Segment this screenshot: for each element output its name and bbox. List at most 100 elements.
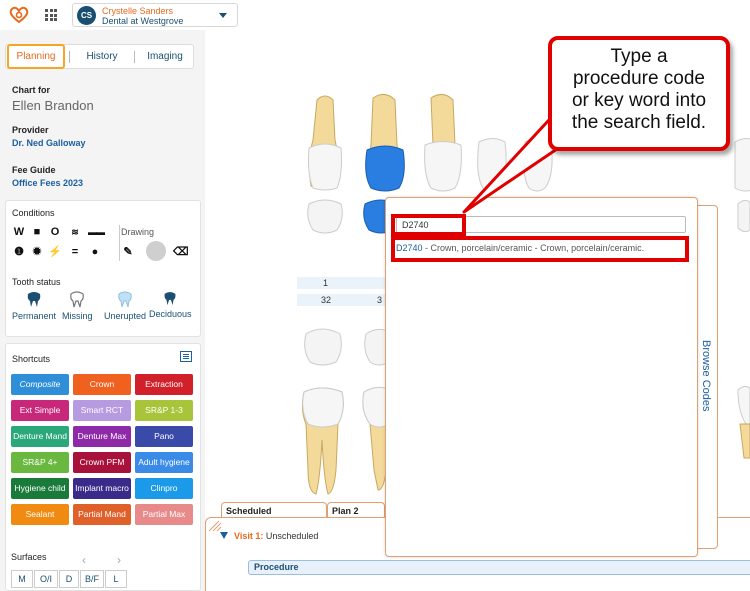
equals-icon[interactable]: =: [68, 245, 82, 259]
tooth-3[interactable]: [424, 94, 462, 192]
chevron-down-icon[interactable]: [219, 13, 227, 18]
provider-label: Provider: [12, 125, 49, 135]
shortcut-button[interactable]: Composite: [11, 374, 69, 395]
shortcut-button[interactable]: Ext Simple: [11, 400, 69, 421]
top-bar: CS Crystelle Sanders Dental at Westgrove: [0, 0, 750, 30]
shortcut-button[interactable]: Crown PFM: [73, 452, 131, 473]
shortcut-button[interactable]: Denture Mand: [11, 426, 69, 447]
deciduous-tooth-icon: [164, 291, 176, 306]
fee-guide-value[interactable]: Office Fees 2023: [12, 178, 83, 188]
tooth-status-title: Tooth status: [12, 277, 61, 287]
pencil-icon[interactable]: ✎: [121, 245, 135, 259]
surface-l-button[interactable]: L: [105, 570, 127, 588]
user-switcher[interactable]: CS Crystelle Sanders Dental at Westgrove: [72, 3, 238, 27]
tooth-5[interactable]: [523, 138, 553, 192]
app-logo-icon[interactable]: [8, 6, 30, 24]
shortcut-button[interactable]: SR&P 4+: [11, 452, 69, 473]
conditions-panel: Conditions W ■ O ≋ ▬▬ ❶ ✹ ⚡ = ● Drawing …: [5, 200, 201, 337]
ring-icon[interactable]: O: [48, 225, 62, 239]
tooth-4[interactable]: [477, 138, 507, 192]
shortcut-button[interactable]: Partial Mand: [73, 504, 131, 525]
eraser-icon[interactable]: ⌫: [173, 245, 189, 259]
fracture-icon[interactable]: ❶: [12, 245, 26, 259]
shortcut-button[interactable]: Denture Max: [73, 426, 131, 447]
shortcut-button[interactable]: Implant macro: [73, 478, 131, 499]
tooth-number-lower: 32: [321, 295, 332, 305]
zigzag-icon[interactable]: ≋: [68, 225, 82, 239]
tooth-status-missing[interactable]: Missing: [62, 291, 93, 321]
lower-teeth-right[interactable]: [736, 320, 750, 460]
user-name: Crystelle Sanders: [102, 6, 174, 16]
app-grid-icon[interactable]: [45, 9, 57, 21]
tab-divider: [134, 51, 135, 63]
tab-planning[interactable]: Planning: [7, 44, 65, 69]
result-highlight-box: [391, 236, 689, 262]
resize-grip-icon[interactable]: [208, 520, 222, 532]
browse-codes-tab[interactable]: Browse Codes: [698, 340, 712, 420]
tab-history[interactable]: History: [72, 45, 132, 68]
provider-name[interactable]: Dr. Ned Galloway: [12, 138, 86, 148]
tooth-status-permanent[interactable]: Permanent: [12, 291, 56, 321]
procedure-header: Procedure: [248, 560, 750, 575]
tooth-status-unerupted[interactable]: Unerupted: [104, 291, 146, 321]
shortcuts-title: Shortcuts: [12, 354, 51, 364]
unerupted-tooth-icon: [118, 291, 132, 308]
shortcut-button[interactable]: Pano: [135, 426, 193, 447]
shortcut-button[interactable]: Partial Max: [135, 504, 193, 525]
search-highlight-box: [391, 214, 466, 236]
callout-line: procedure code: [572, 68, 706, 89]
tooth-status-deciduous[interactable]: Deciduous: [149, 291, 192, 319]
crown-icon[interactable]: ■: [30, 225, 44, 239]
surface-m-button[interactable]: M: [11, 570, 33, 588]
shortcut-button[interactable]: Adult hygiene: [135, 452, 193, 473]
instruction-callout: Type a procedure code or key word into t…: [548, 36, 730, 151]
shortcut-button[interactable]: Sealant: [11, 504, 69, 525]
sidebar: Planning History Imaging Chart for Ellen…: [0, 30, 205, 591]
upper-occlusal-right[interactable]: [736, 196, 750, 236]
shortcut-button[interactable]: Extraction: [135, 374, 193, 395]
callout-line: Type a: [610, 46, 668, 67]
list-icon[interactable]: [180, 351, 192, 362]
surface-d-button[interactable]: D: [59, 570, 79, 588]
tooth-status-label: Unerupted: [104, 311, 147, 321]
surfaces-title: Surfaces: [11, 552, 47, 562]
visit-label[interactable]: Visit 1: Unscheduled: [234, 531, 318, 541]
shortcut-button[interactable]: Crown: [73, 374, 131, 395]
chart-for-label: Chart for: [12, 85, 50, 95]
chevron-down-icon[interactable]: [220, 532, 228, 539]
surface-oi-button[interactable]: O/I: [34, 570, 58, 588]
dot-icon[interactable]: ●: [88, 245, 102, 259]
visit-number: Visit 1:: [234, 531, 264, 541]
chevron-left-icon[interactable]: ‹: [82, 553, 86, 567]
shortcut-button[interactable]: SR&P 1-3: [135, 400, 193, 421]
dash-line-icon[interactable]: ▬▬: [88, 225, 105, 239]
tooth-6[interactable]: [734, 138, 750, 192]
decay-icon[interactable]: ✹: [30, 245, 44, 259]
shortcut-button[interactable]: Clinpro: [135, 478, 193, 499]
lightning-icon[interactable]: ⚡: [48, 245, 62, 259]
tooth-status-label: Deciduous: [149, 309, 192, 319]
view-tabs: Planning History Imaging: [5, 44, 194, 69]
shortcut-button[interactable]: Smart RCT: [73, 400, 131, 421]
tooth-status-label: Permanent: [12, 311, 57, 321]
wear-icon[interactable]: W: [12, 225, 26, 239]
shortcut-button[interactable]: Hygiene child: [11, 478, 69, 499]
lower-teeth-chart[interactable]: [300, 320, 390, 500]
tab-imaging[interactable]: Imaging: [136, 45, 194, 68]
callout-line: the search field.: [571, 112, 707, 133]
callout-line: or key word into: [571, 90, 707, 111]
tooth-number-lower-partial: 3: [377, 295, 383, 305]
tooth-status-label: Missing: [62, 311, 93, 321]
patient-name: Ellen Brandon: [12, 98, 94, 113]
divider: [119, 225, 120, 261]
drawing-label: Drawing: [121, 227, 155, 237]
tooth-number-row-lower: 32 3: [297, 294, 385, 306]
tooth-1[interactable]: [308, 95, 342, 191]
chevron-right-icon[interactable]: ›: [117, 553, 121, 567]
tab-divider: [69, 51, 70, 63]
missing-tooth-icon: [70, 291, 85, 308]
surface-bf-button[interactable]: B/F: [80, 570, 104, 588]
tooth-2[interactable]: [365, 94, 405, 192]
upper-occlusal-row[interactable]: [305, 196, 395, 236]
color-swatch[interactable]: [146, 241, 166, 261]
